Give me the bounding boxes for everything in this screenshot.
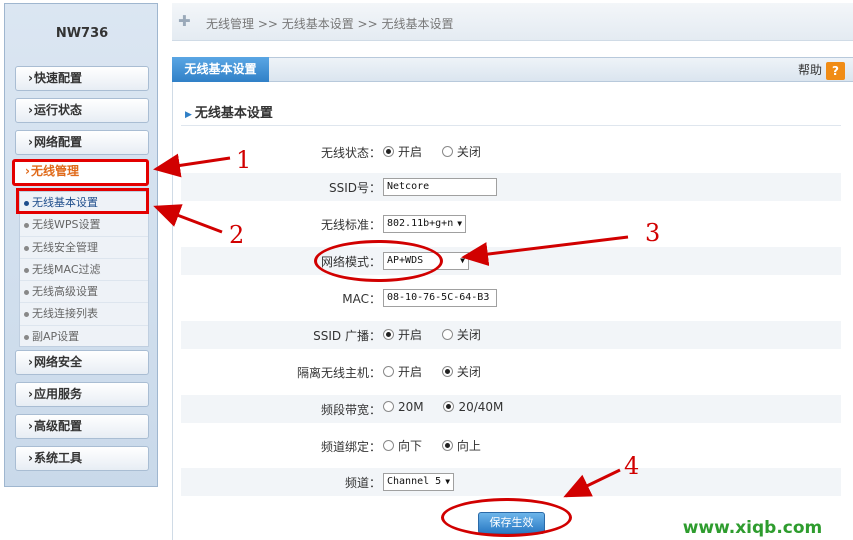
channel-select[interactable]: Channel 5 ▼: [383, 473, 455, 491]
row-bandwidth: 频段带宽： 20M 20/40M: [181, 395, 841, 423]
isolate-off[interactable]: 关闭: [441, 365, 481, 379]
breadcrumb: 无线管理 >> 无线基本设置 >> 无线基本设置: [206, 17, 454, 31]
sub-wireless-wps[interactable]: 无线WPS设置: [20, 214, 148, 237]
help-label: 帮助: [797, 63, 822, 77]
radio-icon[interactable]: [383, 329, 394, 340]
nav-quick-config[interactable]: ›快速配置: [15, 66, 149, 91]
ssid-input[interactable]: Netcore: [383, 178, 497, 196]
row-network-mode: 网络模式： AP+WDS ▼: [181, 247, 841, 275]
bandwidth-20m[interactable]: 20M: [383, 400, 424, 414]
panel-header: 无线基本设置 帮助?: [172, 57, 853, 83]
chevron-down-icon: ▼: [457, 219, 463, 228]
nav-system-tools[interactable]: ›系统工具: [15, 446, 149, 471]
sidebar: NW736 ›快速配置 ›运行状态 ›网络配置 ›无线管理 无线基本设置 无线W…: [4, 3, 158, 487]
sub-wireless-mac-filter[interactable]: 无线MAC过滤: [20, 259, 148, 282]
radio-icon[interactable]: [383, 366, 394, 377]
tab-wireless-basic[interactable]: 无线基本设置: [172, 57, 269, 83]
sub-wireless-advanced[interactable]: 无线高级设置: [20, 281, 148, 304]
wireless-submenu: 无线基本设置 无线WPS设置 无线安全管理 无线MAC过滤 无线高级设置 无线连…: [19, 191, 149, 347]
row-wireless-status: 无线状态： 开启 关闭: [181, 138, 841, 166]
watermark: www.xiqb.com: [652, 516, 853, 540]
breadcrumb-bar: ✚ 无线管理 >> 无线基本设置 >> 无线基本设置: [172, 3, 853, 41]
bullet-icon: [24, 290, 29, 296]
bandwidth-20-40m[interactable]: 20/40M: [443, 400, 503, 414]
row-isolate: 隔离无线主机： 开启 关闭: [181, 358, 841, 386]
mac-input[interactable]: 08-10-76-5C-64-B3: [383, 289, 497, 307]
radio-icon[interactable]: [441, 366, 453, 377]
annotation-number-2: 2: [229, 221, 245, 249]
row-channel: 频道： Channel 5 ▼: [181, 468, 841, 496]
ssid-broadcast-off[interactable]: 关闭: [441, 328, 481, 342]
divider: [181, 125, 841, 126]
annotation-number-1: 1: [236, 146, 252, 174]
sub-wireless-security[interactable]: 无线安全管理: [20, 237, 148, 259]
row-ssid: SSID号： Netcore: [181, 173, 841, 201]
standard-select[interactable]: 802.11b+g+n ▼: [383, 215, 467, 233]
bullet-icon: [24, 245, 29, 251]
nav-run-status[interactable]: ›运行状态: [15, 98, 149, 123]
radio-icon[interactable]: [441, 146, 453, 157]
isolate-label: 隔离无线主机：: [296, 366, 381, 380]
radio-icon[interactable]: [383, 401, 394, 412]
isolate-on[interactable]: 开启: [383, 365, 422, 379]
plus-icon: ✚: [178, 12, 191, 30]
nav-network-security[interactable]: ›网络安全: [15, 350, 149, 375]
channel-label: 频道：: [344, 476, 381, 490]
wireless-status-on[interactable]: 开启: [383, 145, 422, 159]
bullet-icon: [24, 223, 29, 229]
ssid-label: SSID号：: [328, 181, 381, 195]
radio-icon[interactable]: [383, 146, 394, 157]
annotation-ellipse-network-mode: [314, 240, 443, 282]
channel-bind-down[interactable]: 向下: [383, 439, 422, 453]
row-ssid-broadcast: SSID 广播： 开启 关闭: [181, 321, 841, 349]
device-model: NW736: [55, 26, 109, 41]
sub-secondary-ap[interactable]: 副AP设置: [20, 326, 148, 348]
wireless-status-label: 无线状态：: [320, 146, 381, 160]
annotation-number-4: 4: [624, 452, 640, 480]
sub-wireless-clients[interactable]: 无线连接列表: [20, 303, 148, 326]
row-standard: 无线标准： 802.11b+g+n ▼: [181, 210, 841, 238]
section-title: ▶ 无线基本设置: [185, 106, 273, 121]
channel-bind-label: 频道绑定：: [320, 440, 381, 454]
row-mac: MAC： 08-10-76-5C-64-B3: [181, 284, 841, 312]
nav-network-config[interactable]: ›网络配置: [15, 130, 149, 155]
bullet-icon: [24, 334, 29, 340]
ssid-broadcast-label: SSID 广播：: [313, 329, 381, 343]
help-icon: ?: [826, 61, 845, 80]
chevron-down-icon: ▼: [460, 256, 465, 265]
ssid-broadcast-on[interactable]: 开启: [383, 328, 422, 342]
triangle-icon: ▶: [185, 110, 192, 120]
radio-icon[interactable]: [441, 329, 453, 340]
channel-bind-up[interactable]: 向上: [441, 439, 481, 453]
main-content: ▶ 无线基本设置 无线状态： 开启 关闭 SSID号： Netcore 无线标准：…: [172, 82, 853, 540]
radio-icon[interactable]: [383, 440, 394, 451]
bandwidth-label: 频段带宽：: [320, 403, 381, 417]
nav-advanced-config[interactable]: ›高级配置: [15, 414, 149, 439]
chevron-down-icon: ▼: [445, 477, 451, 486]
help-link[interactable]: 帮助?: [798, 61, 845, 80]
nav-app-services[interactable]: ›应用服务: [15, 382, 149, 407]
radio-icon[interactable]: [443, 401, 455, 412]
standard-label: 无线标准：: [320, 218, 381, 232]
bullet-icon: [24, 312, 29, 318]
row-channel-bind: 频道绑定： 向下 向上: [181, 432, 841, 460]
bullet-icon: [24, 267, 29, 273]
annotation-ellipse-save: [441, 498, 572, 537]
mac-label: MAC：: [342, 292, 381, 306]
wireless-status-off[interactable]: 关闭: [441, 145, 481, 159]
nav-wireless-management[interactable]: ›无线管理: [12, 159, 149, 186]
radio-icon[interactable]: [441, 440, 453, 451]
highlight-box-submenu: [16, 188, 149, 214]
annotation-number-3: 3: [645, 219, 661, 247]
